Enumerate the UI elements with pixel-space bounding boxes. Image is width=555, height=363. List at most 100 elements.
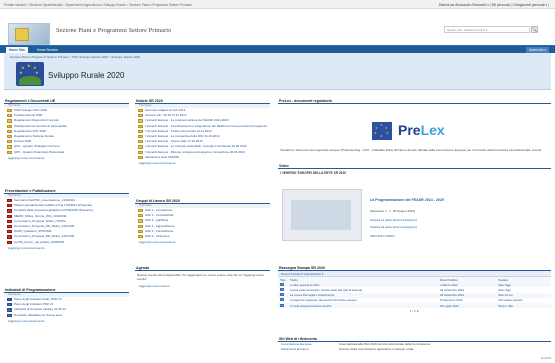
cell-text: Sole Oggi [498,282,511,287]
video-download-2[interactable]: Scarica 2a parte (Internet Explorer) [370,225,417,229]
cell-text: 29 Luglio 2012 [440,303,460,308]
pdf-icon [7,240,12,244]
document-icon [7,313,12,317]
website-description: Sezione della Commissione agricoltura e … [339,346,414,351]
search-icon[interactable]: 🔍 [531,26,538,33]
table-row[interactable]: In vista programmazione dei Psr 29 Luglio… [278,302,551,309]
video-title-link[interactable]: La Programmazione del FEASR 2014 - 2020 [370,198,444,202]
cell-text: Sole Oggi [498,287,511,292]
site-header: Sezione Piani e Programmi Settore Primar… [0,9,555,45]
pdf-icon [7,209,12,213]
rassegna-table: Tipo Titolo Data Pubblic. Testata In alt… [278,277,551,309]
regolamento-label: Regolamento PAC 2020 [14,128,47,133]
add-document-link[interactable]: Aggiungi nuovo documento [135,239,270,244]
presentazione-label: Commission_Proposal_RD_Slides_13102011 [14,223,75,228]
regolamento-label: POR Sviluppo PAC 2020 [14,108,48,112]
list-item[interactable]: CoVSt_Comm_cal_publico_06052011 [4,240,129,245]
gruppo-label: GdF 3 - Agrifiliera [145,218,169,223]
cell-text: La nuova Pac taglia i sussidi ai più [290,293,335,298]
indicatore-label: Indicatori di Contesto valutati_21 05 12 [14,307,66,312]
list-item[interactable]: GdF 6 - Inclusione [135,234,270,239]
list-item[interactable]: Valutazione Sole 06/2020 [135,155,270,160]
gruppo-label: GdF 2 - Competitività [145,213,174,218]
folder-icon [138,219,143,223]
site-logo [8,23,50,45]
search-input[interactable]: Questo sito: Sezione Piani P ▾ [444,26,530,33]
breadcrumb[interactable]: Sezione Piani e Programmi Settore Primar… [10,55,140,59]
folder-icon [138,119,143,123]
siti-webpart: Siti Web di riferimento Commissione Euro… [278,336,551,358]
folder-icon [138,124,143,128]
video-thumbnail[interactable] [282,189,362,241]
regolamento-label: QSC - Quadro Strategico Comune [14,144,60,149]
regolamento-label: Predisposizione PSR [14,113,43,118]
webpart-title[interactable]: PreLex - documenti regolatorio [278,98,551,104]
folder-icon [138,234,143,239]
gruppo-label: GdF 4 - Agroambiente [145,223,175,228]
agenda-webpart: Agenda Nessun evento futuro disponibile.… [135,265,270,295]
add-document-link[interactable]: Aggiungi nuovo documento [135,160,270,165]
folder-icon [138,209,143,213]
link-icon [280,303,284,307]
news-label: I Venerdì Europei - La prospettiva della… [145,133,220,138]
pdf-icon [7,235,12,239]
prelex-description[interactable]: Visualizza i documenti del negoziato eur… [280,148,548,152]
presentazione-label: Commission_Proposal_RD_Slides_13072011 [14,234,75,239]
folder-icon [7,134,12,139]
cell-text: Un'agenzia regionale rotta dentro del fo… [290,298,357,303]
video-download-1[interactable]: Scarica 1a parte (Internet Explorer) [370,218,417,222]
top-nav: Home Sito Home Sezione Azioni sito ▾ [0,45,555,53]
gruppo-label: GdF 5 - Forestazione [145,228,174,233]
pager[interactable]: 1 - 5 ► [278,309,551,313]
gruppo-label: GdF 1 - Innovazione [145,208,173,212]
zoom-level[interactable]: ⊕ 100% [541,356,553,361]
website-item: Parlamento Europeo Sezione della Commissi… [278,347,551,352]
folder-icon [138,145,143,149]
link-icon [280,293,284,297]
folder-icon [138,214,143,218]
table-cell[interactable]: In vista programmazione dei Psr [288,302,439,309]
add-document-link[interactable]: Aggiungi nuovo documento [4,318,129,323]
news-label: I Venerdì Europei - La programmazione de… [145,118,229,123]
news-label: I Venerdì Europei - Nuove sfide 17.10.20… [145,139,203,144]
rassegna-webpart: Rassegna Stampa SR 2020 Nuovo ▾ Azioni ▾… [278,265,551,330]
presentazione-label: Tematica della proposta legislativa sul … [14,208,93,213]
cell-text: 29 settembre 2012 [440,293,465,298]
regolamento-label: Europa 2020 [14,139,32,144]
add-event-link[interactable]: Aggiungi nuovo evento [135,283,270,288]
folder-icon [138,140,143,144]
cell-text: Sole 24 ore [498,293,513,298]
folder-icon [7,150,12,154]
cell-text: In altre pesanti su PAC [290,282,320,287]
link-icon [280,282,284,286]
folder-icon [138,129,143,133]
list-item[interactable]: Domande Valutative per Focus area [4,313,129,318]
prelex-logo[interactable]: ★ ★ ★ ★ ★ ★ PreLex [372,121,464,143]
pdf-icon [7,224,12,229]
user-links[interactable]: Sistemi per Alessandro Romanelli ▾ | Sit… [439,3,549,7]
video-archive-link[interactable]: ARCHIVIO VIDEO [370,234,395,238]
table-cell: 29 Luglio 2012 [438,302,497,309]
add-document-link[interactable]: Aggiungi nuovo documento [4,245,129,250]
folder-icon [7,114,12,118]
document-icon [7,308,12,312]
website-link[interactable]: Parlamento Europeo [281,347,339,352]
folder-icon [138,155,143,159]
eu-rural-logo: ★ ★ ★ ★ ★ [16,62,44,86]
pdf-icon [7,204,12,208]
add-document-link[interactable]: Aggiungi nuovo documento [4,155,129,160]
list-item[interactable]: QFP - Quadro Finanziario Pluriennale [4,150,129,155]
table-cell: Terra e Vita [496,302,551,309]
indicatori-webpart: Indicatori di Programmazione Tipo Nome P… [4,287,129,335]
global-breadcrumb[interactable]: Portale Intranet > Strutture Dipartiment… [4,3,192,7]
site-title[interactable]: Sezione Piani e Programmi Settore Primar… [56,27,171,34]
pdf-icon [7,230,12,234]
cell-text: Terra e Vita [498,303,513,308]
folder-icon [138,134,143,139]
document-icon [7,303,12,307]
indicatore-label: Piano degli Indicatori Draft_PSR V4 [14,297,62,301]
news-label: I Venerdì Europei - Lo sviluppo sostenib… [145,144,247,149]
presentazione-label: DG05_Quaderno_05072011 [14,229,52,234]
video-session: [Seminario n. 7 - 28 Giugno 2013] [370,209,416,213]
folder-icon [7,129,12,133]
